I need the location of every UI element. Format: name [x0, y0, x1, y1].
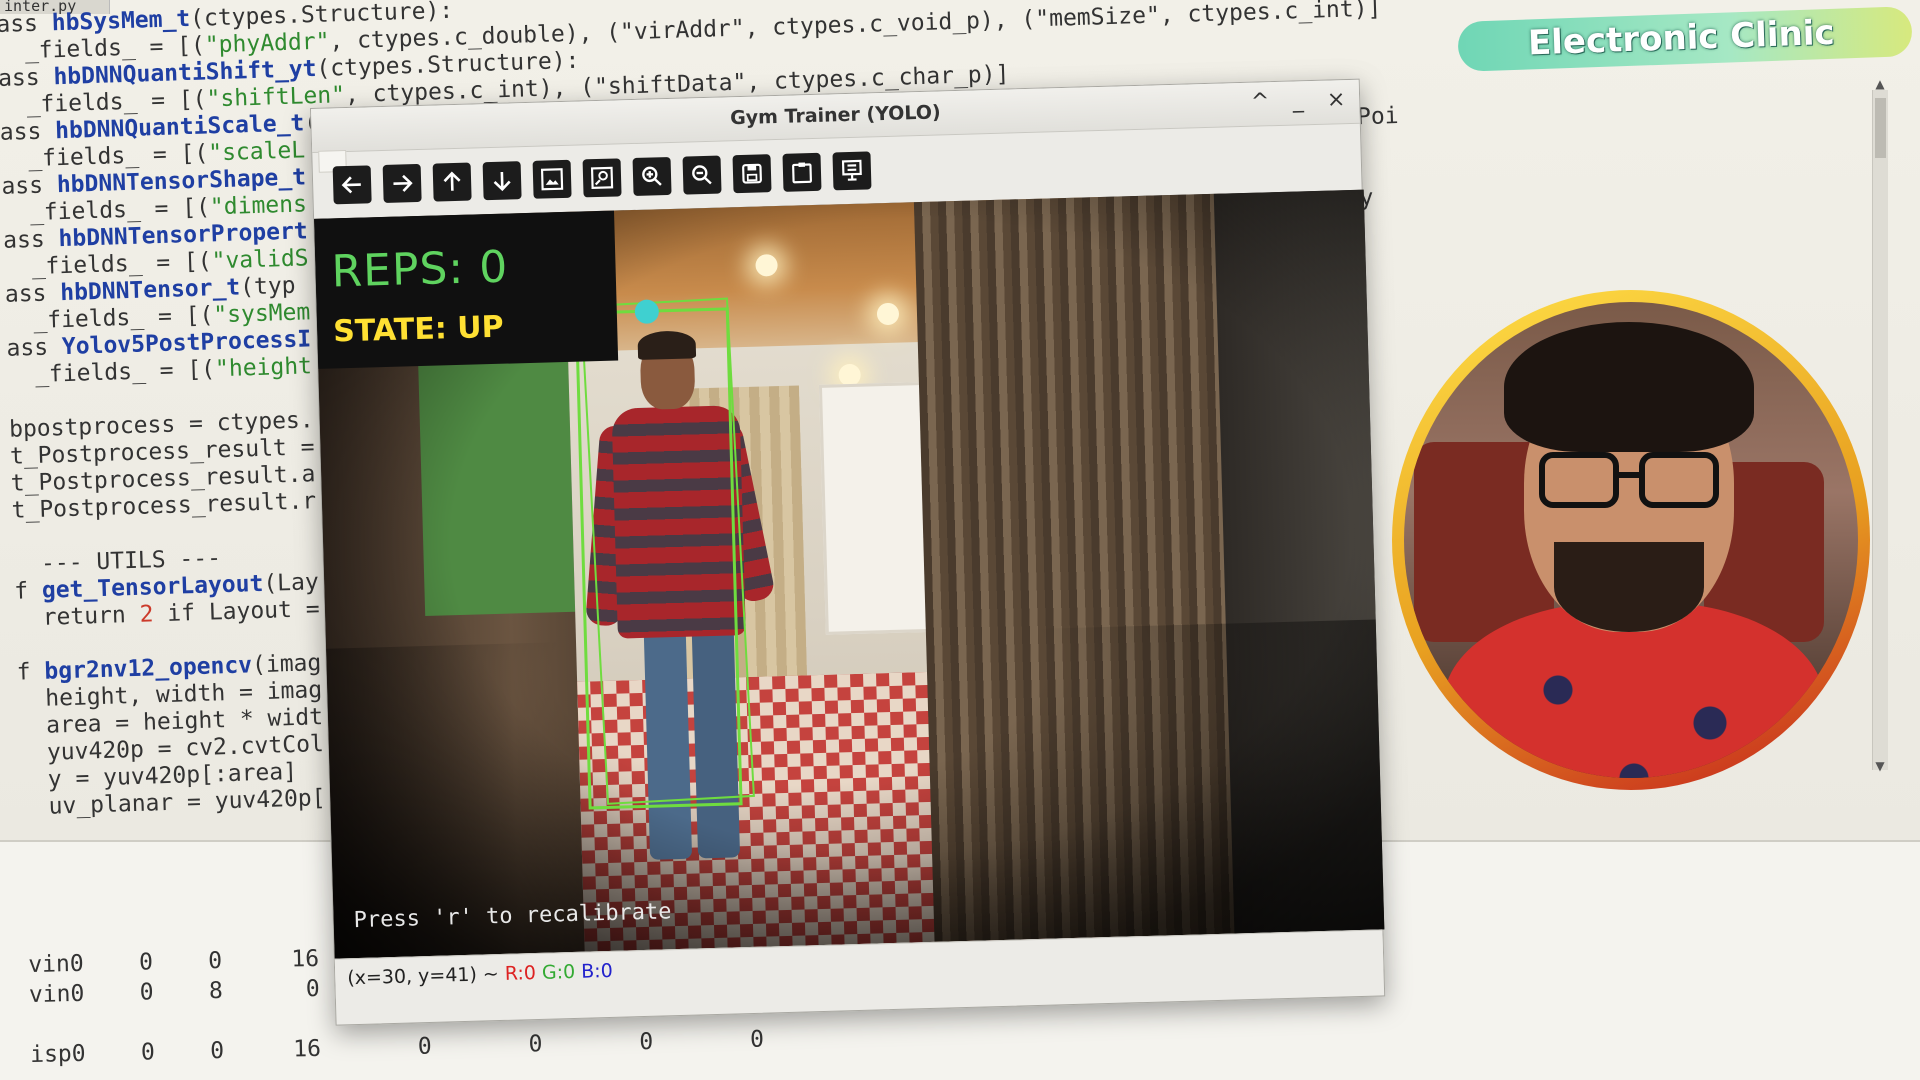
- zoom-out-icon: [692, 165, 712, 185]
- pixel-blue: B:0: [580, 959, 614, 983]
- copy-button[interactable]: [782, 152, 822, 192]
- close-button[interactable]: ×: [1325, 86, 1348, 115]
- image-icon: [540, 168, 564, 191]
- pan-down-button[interactable]: [482, 161, 522, 201]
- presenter-webcam: [1392, 290, 1870, 790]
- arrow-left-icon: [341, 176, 361, 194]
- properties-button[interactable]: [832, 151, 872, 191]
- cursor-coords: (x=30, y=41) ~: [347, 962, 506, 990]
- arrow-up-icon: [443, 171, 461, 191]
- image-toolbar: [318, 141, 872, 214]
- exercise-state: STATE: UP: [332, 309, 505, 350]
- properties-icon: [841, 159, 862, 181]
- logo-text: Electronic Clinic: [1527, 12, 1836, 64]
- arrow-right-icon: [393, 174, 413, 192]
- zoom-image-button[interactable]: [532, 159, 572, 199]
- rep-counter-panel: REPS: 0 STATE: UP: [314, 210, 619, 369]
- save-button[interactable]: [732, 154, 772, 194]
- maximize-button[interactable]: ^: [1249, 88, 1272, 117]
- zoom-in-icon: [642, 166, 662, 186]
- person-bounding-box-outer: [580, 297, 755, 805]
- pan-right-button[interactable]: [382, 163, 422, 203]
- editor-scrollbar[interactable]: [1872, 90, 1888, 770]
- pixel-red: R:0: [504, 962, 537, 985]
- arrow-down-icon: [493, 171, 511, 192]
- zoom-in-button[interactable]: [632, 156, 672, 196]
- camera-feed[interactable]: REPS: 0 STATE: UP Press 'r' to recalibra…: [314, 189, 1385, 959]
- image-zoom-icon: [590, 166, 614, 190]
- scroll-down-arrow[interactable]: ▼: [1872, 758, 1888, 774]
- gym-trainer-window: Gym Trainer (YOLO) ^ _ × REPS: 0 STATE: …: [310, 78, 1386, 1026]
- clipboard-icon: [792, 162, 812, 184]
- pan-left-button[interactable]: [332, 165, 372, 205]
- zoom-fit-button[interactable]: [582, 158, 622, 198]
- save-icon: [742, 163, 762, 184]
- reps-count: REPS: 0: [330, 241, 509, 298]
- zoom-out-button[interactable]: [682, 155, 722, 195]
- pixel-green: G:0: [541, 960, 576, 984]
- glasses-icon: [1539, 452, 1619, 508]
- pan-up-button[interactable]: [432, 162, 472, 202]
- minimize-button[interactable]: _: [1287, 87, 1310, 116]
